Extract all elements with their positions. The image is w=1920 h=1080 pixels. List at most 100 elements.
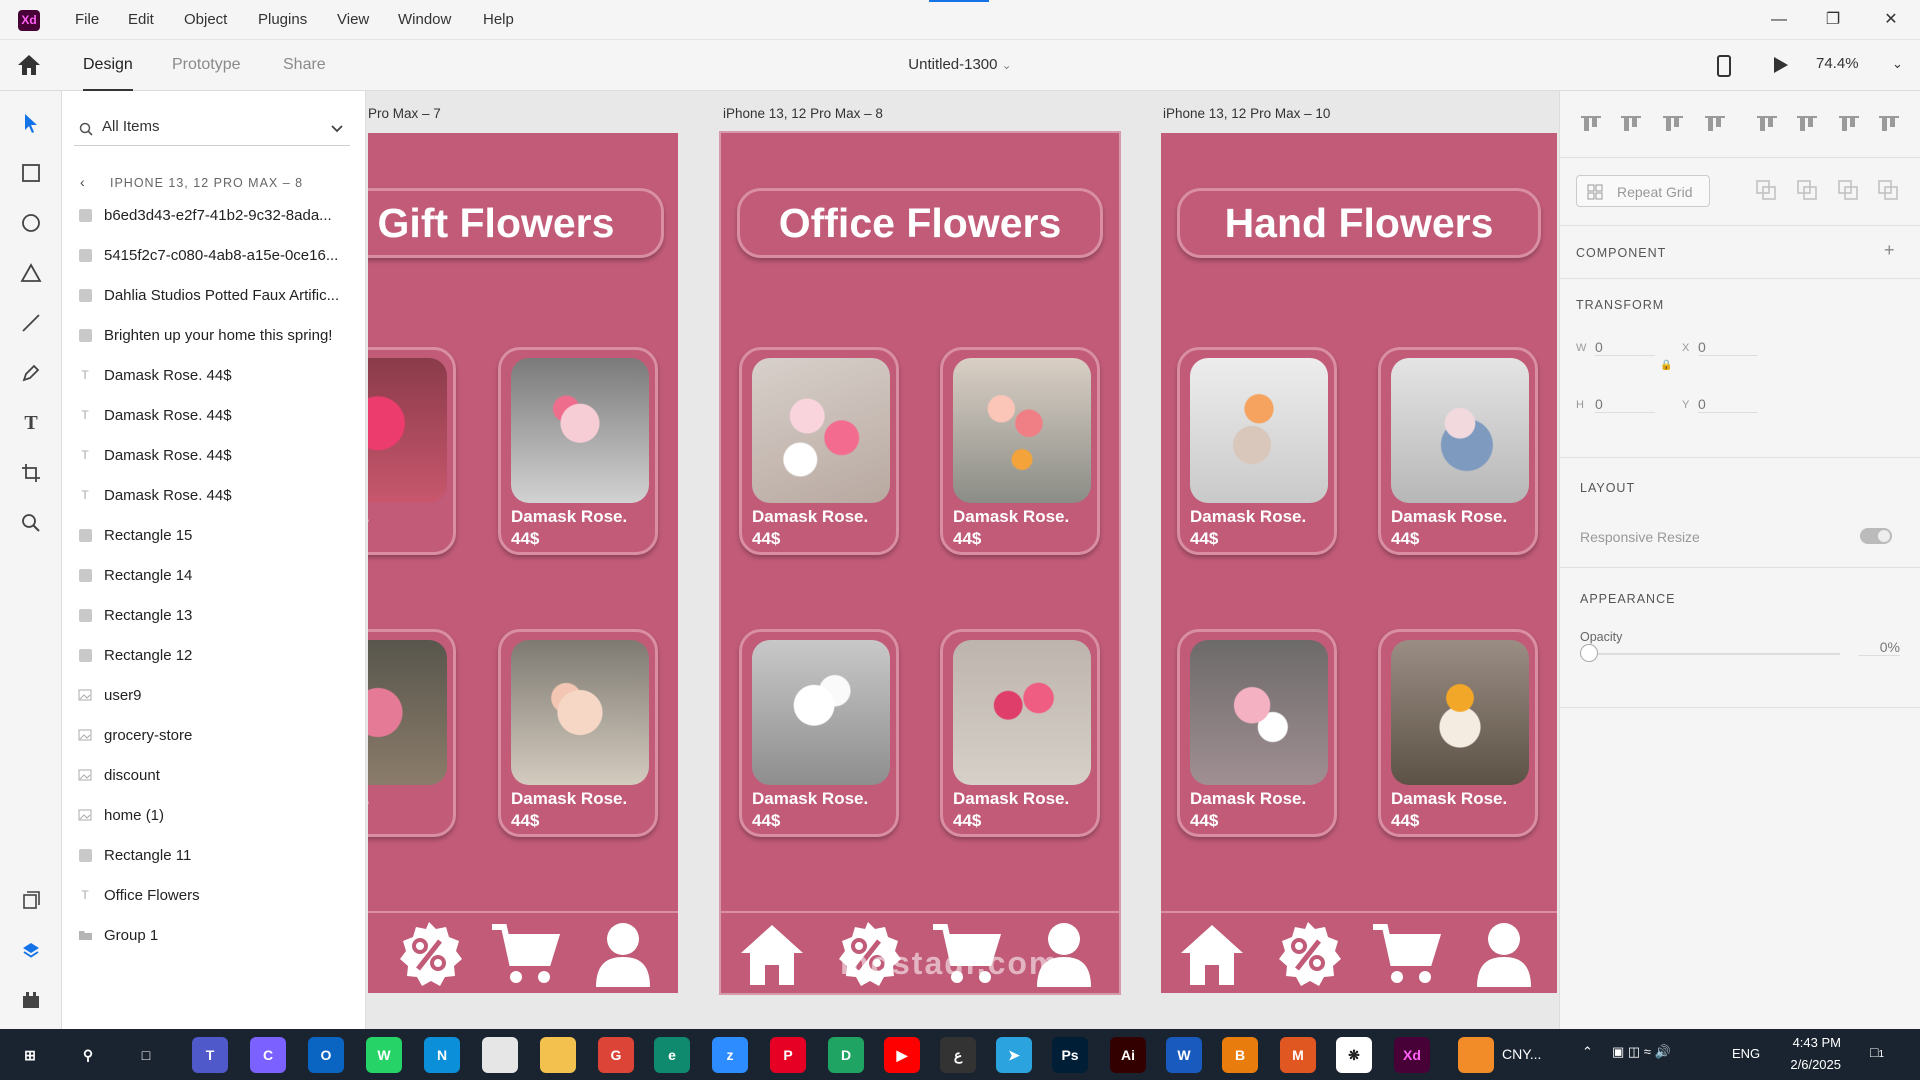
product-card[interactable]: Damask Rose. 44$ — [739, 347, 899, 555]
product-card[interactable]: Damask Rose. 44$ — [498, 347, 658, 555]
select-tool-icon[interactable] — [17, 109, 45, 137]
layer-item[interactable]: user9 — [78, 675, 348, 715]
layers-search[interactable]: All Items — [74, 112, 350, 146]
layer-item[interactable]: T Damask Rose. 44$ — [78, 435, 348, 475]
layer-item[interactable]: Dahlia Studios Potted Faux Artific... — [78, 275, 348, 315]
pen-tool-icon[interactable] — [17, 359, 45, 387]
home-icon[interactable] — [1177, 919, 1247, 989]
discount-icon[interactable] — [394, 919, 464, 989]
line-tool-icon[interactable] — [17, 309, 45, 337]
document-assets-icon[interactable] — [17, 886, 45, 914]
telegram-icon[interactable]: ➤ — [996, 1037, 1032, 1073]
outlook-icon[interactable]: O — [308, 1037, 344, 1073]
product-card[interactable]: Damask Rose. 44$ — [1378, 629, 1538, 837]
menu-object[interactable]: Object — [184, 0, 227, 40]
artboard-office-flowers[interactable]: Office Flowers Damask Rose. 44$ Damask Rose… — [719, 131, 1121, 995]
language-indicator[interactable]: ENG — [1732, 1046, 1760, 1061]
cart-icon[interactable] — [1371, 919, 1441, 989]
intersect-shape-icon[interactable] — [1838, 180, 1858, 205]
opacity-value[interactable]: 0% — [1858, 639, 1900, 656]
user-icon[interactable] — [588, 919, 658, 989]
product-card[interactable]: Damask Rose. 44$ — [739, 629, 899, 837]
artboard-title[interactable]: Hand Flowers — [1177, 188, 1541, 258]
responsive-resize-toggle[interactable] — [1860, 528, 1892, 544]
artboard-gift-flowers[interactable]: Gift Flowers k Rose. Damask Rose. 44$ k Rose… — [368, 133, 678, 993]
ellipse-tool-icon[interactable] — [17, 209, 45, 237]
user-icon[interactable] — [1469, 919, 1539, 989]
artboard-label-8[interactable]: iPhone 13, 12 Pro Max – 8 — [723, 106, 883, 121]
polygon-tool-icon[interactable] — [17, 259, 45, 287]
cart-icon[interactable] — [490, 919, 560, 989]
add-component-icon[interactable]: + — [1884, 240, 1895, 261]
close-icon[interactable]: ✕ — [1864, 0, 1918, 40]
layer-item[interactable]: discount — [78, 755, 348, 795]
x-field[interactable]: 0 — [1698, 339, 1758, 356]
xd-taskbar-icon[interactable]: Xd — [1394, 1037, 1430, 1073]
youtube-icon[interactable]: ▶ — [884, 1037, 920, 1073]
layer-item[interactable]: b6ed3d43-e2f7-41b2-9c32-8ada... — [78, 195, 348, 235]
store-icon[interactable] — [482, 1037, 518, 1073]
width-field[interactable]: 0 — [1595, 339, 1655, 356]
plugins-icon[interactable] — [17, 986, 45, 1014]
blender-icon[interactable]: B — [1222, 1037, 1258, 1073]
taskbar-app-label[interactable]: CNY... — [1502, 1046, 1541, 1062]
teams-icon[interactable]: T — [192, 1037, 228, 1073]
minimize-icon[interactable]: — — [1752, 0, 1806, 40]
layer-item[interactable]: Rectangle 15 — [78, 515, 348, 555]
chatgpt-icon[interactable]: ❋ — [1336, 1037, 1372, 1073]
add-shape-icon[interactable] — [1756, 180, 1776, 205]
align-right-icon[interactable] — [1838, 114, 1860, 139]
layers-icon[interactable] — [17, 936, 45, 964]
photoshop-icon[interactable]: Ps — [1052, 1037, 1088, 1073]
layer-item[interactable]: T Damask Rose. 44$ — [78, 395, 348, 435]
product-card[interactable]: Damask Rose. 44$ — [1378, 347, 1538, 555]
zoom-level[interactable]: 74.4% — [1816, 55, 1859, 72]
clock-date[interactable]: 2/6/2025 — [1776, 1057, 1841, 1072]
clock-time[interactable]: 4:43 PM — [1786, 1035, 1841, 1050]
layer-item[interactable]: T Damask Rose. 44$ — [78, 355, 348, 395]
file-explorer-icon[interactable] — [540, 1037, 576, 1073]
home-icon[interactable] — [16, 53, 42, 82]
document-title[interactable]: Untitled-1300 ⌄ — [880, 56, 1040, 73]
chevron-down-icon[interactable] — [330, 124, 344, 134]
align-center-icon[interactable] — [1796, 114, 1818, 139]
home-icon[interactable] — [737, 919, 807, 989]
back-chevron-icon[interactable]: ‹ — [80, 174, 85, 190]
layer-item[interactable]: 5415f2c7-c080-4ab8-a15e-0ce16... — [78, 235, 348, 275]
product-card[interactable]: Damask Rose. 44$ — [940, 629, 1100, 837]
opacity-slider[interactable] — [1580, 653, 1840, 655]
exclude-shape-icon[interactable] — [1878, 180, 1898, 205]
zoom-tool-icon[interactable] — [17, 509, 45, 537]
rectangle-tool-icon[interactable] — [17, 159, 45, 187]
notification-icon[interactable]: □1 — [1870, 1044, 1884, 1060]
tab-prototype[interactable]: Prototype — [172, 56, 240, 91]
task-view-icon[interactable]: □ — [128, 1037, 164, 1073]
product-card[interactable]: k Rose. — [368, 629, 456, 837]
word-icon[interactable]: W — [1166, 1037, 1202, 1073]
text-tool-icon[interactable]: T — [17, 409, 45, 437]
whatsapp-icon[interactable]: W — [366, 1037, 402, 1073]
search-icon[interactable]: ⚲ — [70, 1037, 106, 1073]
device-preview-icon[interactable] — [1716, 54, 1732, 83]
artboard-hand-flowers[interactable]: Hand Flowers Damask Rose. 44$ Damask Rose. 4… — [1161, 133, 1557, 993]
network-app-icon[interactable]: N — [424, 1037, 460, 1073]
product-card[interactable]: Damask Rose. 44$ — [498, 629, 658, 837]
distribute-horizontal-icon[interactable] — [1878, 114, 1900, 139]
edge-icon[interactable]: e — [654, 1037, 690, 1073]
windows-start-icon[interactable]: ⊞ — [12, 1037, 48, 1073]
layer-item[interactable]: home (1) — [78, 795, 348, 835]
layer-item[interactable]: T Office Flowers — [78, 875, 348, 915]
align-left-icon[interactable] — [1756, 114, 1778, 139]
menu-file[interactable]: File — [75, 0, 99, 40]
layer-item[interactable]: T Damask Rose. 44$ — [78, 475, 348, 515]
tray-icons[interactable]: ▣ ◫ ≈ 🔊 — [1612, 1044, 1671, 1060]
subtract-shape-icon[interactable] — [1797, 180, 1817, 205]
chrome-icon[interactable]: G — [598, 1037, 634, 1073]
product-card[interactable]: Damask Rose. 44$ — [1177, 347, 1337, 555]
tab-design[interactable]: Design — [83, 56, 133, 91]
pinterest-icon[interactable]: P — [770, 1037, 806, 1073]
layer-item[interactable]: Brighten up your home this spring! — [78, 315, 348, 355]
opacity-slider-handle[interactable] — [1580, 644, 1598, 662]
distribute-vertical-icon[interactable] — [1704, 114, 1726, 139]
play-icon[interactable] — [1772, 55, 1790, 80]
